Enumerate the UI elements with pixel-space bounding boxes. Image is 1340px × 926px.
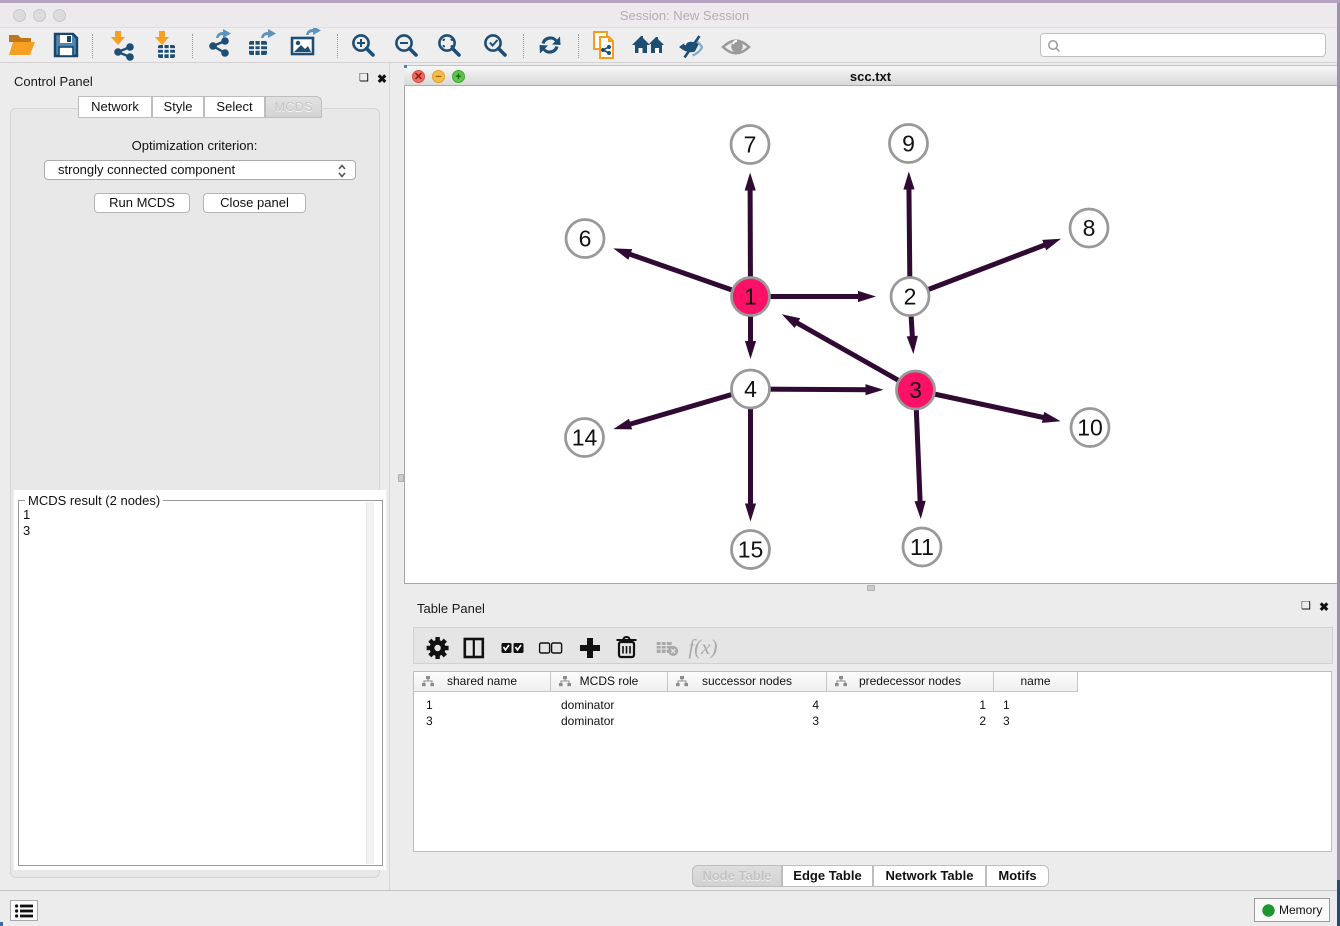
svg-text:1: 1 bbox=[744, 284, 757, 310]
svg-text:4: 4 bbox=[744, 376, 757, 402]
svg-text:9: 9 bbox=[902, 131, 915, 157]
svg-text:14: 14 bbox=[572, 425, 598, 451]
svg-text:7: 7 bbox=[744, 132, 757, 158]
svg-text:15: 15 bbox=[738, 537, 764, 563]
svg-text:3: 3 bbox=[909, 377, 922, 403]
svg-text:8: 8 bbox=[1083, 215, 1096, 241]
svg-text:10: 10 bbox=[1077, 415, 1103, 441]
svg-text:11: 11 bbox=[910, 534, 934, 560]
svg-text:2: 2 bbox=[904, 284, 917, 310]
svg-text:6: 6 bbox=[579, 226, 592, 252]
svg-text:f(x): f(x) bbox=[688, 635, 717, 659]
